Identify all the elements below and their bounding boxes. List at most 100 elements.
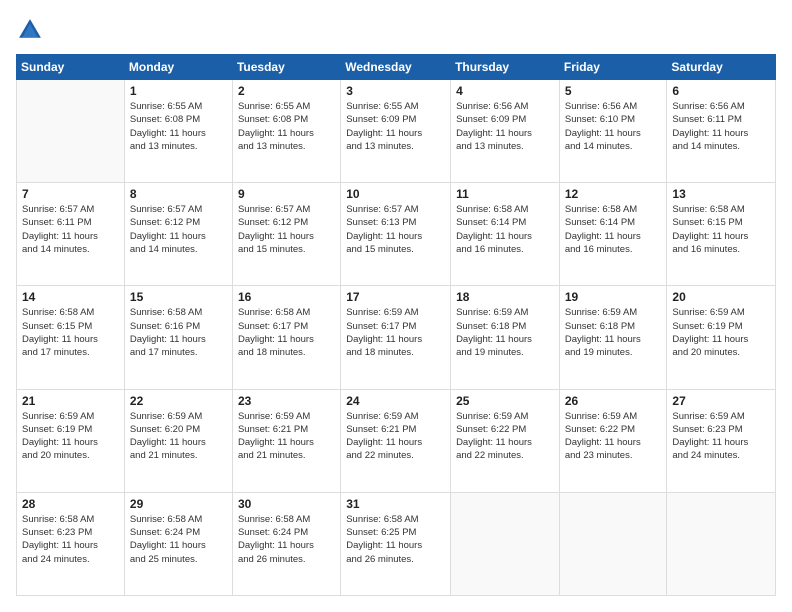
day-number: 15	[130, 290, 227, 304]
day-info: Sunrise: 6:57 AMSunset: 6:12 PMDaylight:…	[130, 203, 227, 256]
day-number: 12	[565, 187, 662, 201]
day-number: 31	[346, 497, 445, 511]
weekday-header-sunday: Sunday	[17, 55, 125, 80]
day-number: 2	[238, 84, 335, 98]
week-row-1: 7Sunrise: 6:57 AMSunset: 6:11 PMDaylight…	[17, 183, 776, 286]
weekday-header-tuesday: Tuesday	[232, 55, 340, 80]
calendar-cell: 25Sunrise: 6:59 AMSunset: 6:22 PMDayligh…	[451, 389, 560, 492]
day-number: 26	[565, 394, 662, 408]
weekday-header-wednesday: Wednesday	[341, 55, 451, 80]
week-row-2: 14 Sunrise: 6:58 AMSunset: 6:15 PMDayligh…	[17, 286, 776, 389]
day-number: 18	[456, 290, 554, 304]
day-info: Sunrise: 6:58 AMSunset: 6:24 PMDaylight:…	[238, 513, 335, 566]
day-info: Sunrise: 6:58 AMSunset: 6:23 PMDaylight:…	[22, 513, 119, 566]
day-number: 28	[22, 497, 119, 511]
day-info: Sunrise: 6:56 AMSunset: 6:11 PMDaylight:…	[672, 100, 770, 153]
day-number: 14	[22, 290, 119, 304]
logo-icon	[16, 16, 44, 44]
day-number: 27	[672, 394, 770, 408]
calendar-cell: 19 Sunrise: 6:59 AMSunset: 6:18 PMDayligh…	[559, 286, 667, 389]
day-number: 21	[22, 394, 119, 408]
calendar-cell	[559, 492, 667, 595]
day-info: Sunrise: 6:59 AMSunset: 6:22 PMDaylight:…	[565, 410, 662, 463]
header	[16, 16, 776, 44]
weekday-header-monday: Monday	[124, 55, 232, 80]
calendar-cell: 31 Sunrise: 6:58 AMSunset: 6:25 PMDayligh…	[341, 492, 451, 595]
day-number: 20	[672, 290, 770, 304]
calendar-cell: 22 Sunrise: 6:59 AMSunset: 6:20 PMDayligh…	[124, 389, 232, 492]
calendar-cell	[17, 80, 125, 183]
calendar-cell: 5 Sunrise: 6:56 AMSunset: 6:10 PMDaylight…	[559, 80, 667, 183]
day-number: 16	[238, 290, 335, 304]
day-number: 30	[238, 497, 335, 511]
day-info: Sunrise: 6:58 AMSunset: 6:25 PMDaylight:…	[346, 513, 445, 566]
day-info: Sunrise: 6:58 AMSunset: 6:24 PMDaylight:…	[130, 513, 227, 566]
day-info: Sunrise: 6:59 AMSunset: 6:19 PMDaylight:…	[672, 306, 770, 359]
day-info: Sunrise: 6:57 AMSunset: 6:11 PMDaylight:…	[22, 203, 119, 256]
calendar-body: 1 Sunrise: 6:55 AMSunset: 6:08 PMDaylight…	[17, 80, 776, 596]
day-number: 24	[346, 394, 445, 408]
calendar-cell: 10 Sunrise: 6:57 AMSunset: 6:13 PMDayligh…	[341, 183, 451, 286]
calendar-cell: 7Sunrise: 6:57 AMSunset: 6:11 PMDaylight…	[17, 183, 125, 286]
day-info: Sunrise: 6:57 AMSunset: 6:12 PMDaylight:…	[238, 203, 335, 256]
calendar-cell: 20 Sunrise: 6:59 AMSunset: 6:19 PMDayligh…	[667, 286, 776, 389]
day-info: Sunrise: 6:57 AMSunset: 6:13 PMDaylight:…	[346, 203, 445, 256]
day-info: Sunrise: 6:55 AMSunset: 6:09 PMDaylight:…	[346, 100, 445, 153]
day-number: 13	[672, 187, 770, 201]
calendar-cell: 15Sunrise: 6:58 AMSunset: 6:16 PMDayligh…	[124, 286, 232, 389]
day-info: Sunrise: 6:59 AMSunset: 6:20 PMDaylight:…	[130, 410, 227, 463]
day-info: Sunrise: 6:58 AMSunset: 6:14 PMDaylight:…	[456, 203, 554, 256]
calendar-cell: 4Sunrise: 6:56 AMSunset: 6:09 PMDaylight…	[451, 80, 560, 183]
calendar-cell: 29 Sunrise: 6:58 AMSunset: 6:24 PMDayligh…	[124, 492, 232, 595]
calendar-table: SundayMondayTuesdayWednesdayThursdayFrid…	[16, 54, 776, 596]
calendar-cell: 16 Sunrise: 6:58 AMSunset: 6:17 PMDayligh…	[232, 286, 340, 389]
day-info: Sunrise: 6:59 AMSunset: 6:18 PMDaylight:…	[565, 306, 662, 359]
calendar-cell	[667, 492, 776, 595]
weekday-header-thursday: Thursday	[451, 55, 560, 80]
calendar-cell: 26 Sunrise: 6:59 AMSunset: 6:22 PMDayligh…	[559, 389, 667, 492]
day-info: Sunrise: 6:55 AMSunset: 6:08 PMDaylight:…	[130, 100, 227, 153]
day-info: Sunrise: 6:56 AMSunset: 6:10 PMDaylight:…	[565, 100, 662, 153]
day-info: Sunrise: 6:56 AMSunset: 6:09 PMDaylight:…	[456, 100, 554, 153]
day-info: Sunrise: 6:59 AMSunset: 6:21 PMDaylight:…	[238, 410, 335, 463]
calendar-cell: 12 Sunrise: 6:58 AMSunset: 6:14 PMDayligh…	[559, 183, 667, 286]
week-row-4: 28 Sunrise: 6:58 AMSunset: 6:23 PMDayligh…	[17, 492, 776, 595]
day-number: 1	[130, 84, 227, 98]
day-number: 29	[130, 497, 227, 511]
day-number: 8	[130, 187, 227, 201]
day-info: Sunrise: 6:59 AMSunset: 6:21 PMDaylight:…	[346, 410, 445, 463]
day-info: Sunrise: 6:58 AMSunset: 6:15 PMDaylight:…	[672, 203, 770, 256]
day-info: Sunrise: 6:59 AMSunset: 6:19 PMDaylight:…	[22, 410, 119, 463]
calendar-cell: 17 Sunrise: 6:59 AMSunset: 6:17 PMDayligh…	[341, 286, 451, 389]
day-info: Sunrise: 6:59 AMSunset: 6:17 PMDaylight:…	[346, 306, 445, 359]
calendar-cell: 27 Sunrise: 6:59 AMSunset: 6:23 PMDayligh…	[667, 389, 776, 492]
page: SundayMondayTuesdayWednesdayThursdayFrid…	[0, 0, 792, 612]
calendar-cell	[451, 492, 560, 595]
day-number: 25	[456, 394, 554, 408]
day-info: Sunrise: 6:58 AMSunset: 6:14 PMDaylight:…	[565, 203, 662, 256]
calendar-cell: 13 Sunrise: 6:58 AMSunset: 6:15 PMDayligh…	[667, 183, 776, 286]
day-info: Sunrise: 6:58 AMSunset: 6:15 PMDaylight:…	[22, 306, 119, 359]
day-number: 17	[346, 290, 445, 304]
calendar-cell: 18 Sunrise: 6:59 AMSunset: 6:18 PMDayligh…	[451, 286, 560, 389]
week-row-0: 1 Sunrise: 6:55 AMSunset: 6:08 PMDaylight…	[17, 80, 776, 183]
day-number: 22	[130, 394, 227, 408]
calendar-cell: 8 Sunrise: 6:57 AMSunset: 6:12 PMDaylight…	[124, 183, 232, 286]
weekday-header-friday: Friday	[559, 55, 667, 80]
day-info: Sunrise: 6:59 AMSunset: 6:18 PMDaylight:…	[456, 306, 554, 359]
day-info: Sunrise: 6:58 AMSunset: 6:17 PMDaylight:…	[238, 306, 335, 359]
calendar-cell: 24 Sunrise: 6:59 AMSunset: 6:21 PMDayligh…	[341, 389, 451, 492]
calendar-cell: 30 Sunrise: 6:58 AMSunset: 6:24 PMDayligh…	[232, 492, 340, 595]
calendar-cell: 23Sunrise: 6:59 AMSunset: 6:21 PMDayligh…	[232, 389, 340, 492]
day-number: 10	[346, 187, 445, 201]
calendar-cell: 21 Sunrise: 6:59 AMSunset: 6:19 PMDayligh…	[17, 389, 125, 492]
calendar-cell: 3Sunrise: 6:55 AMSunset: 6:09 PMDaylight…	[341, 80, 451, 183]
calendar-cell: 28 Sunrise: 6:58 AMSunset: 6:23 PMDayligh…	[17, 492, 125, 595]
calendar-cell: 1 Sunrise: 6:55 AMSunset: 6:08 PMDaylight…	[124, 80, 232, 183]
day-number: 9	[238, 187, 335, 201]
day-info: Sunrise: 6:59 AMSunset: 6:23 PMDaylight:…	[672, 410, 770, 463]
day-number: 5	[565, 84, 662, 98]
day-number: 6	[672, 84, 770, 98]
calendar-cell: 11Sunrise: 6:58 AMSunset: 6:14 PMDayligh…	[451, 183, 560, 286]
day-number: 19	[565, 290, 662, 304]
